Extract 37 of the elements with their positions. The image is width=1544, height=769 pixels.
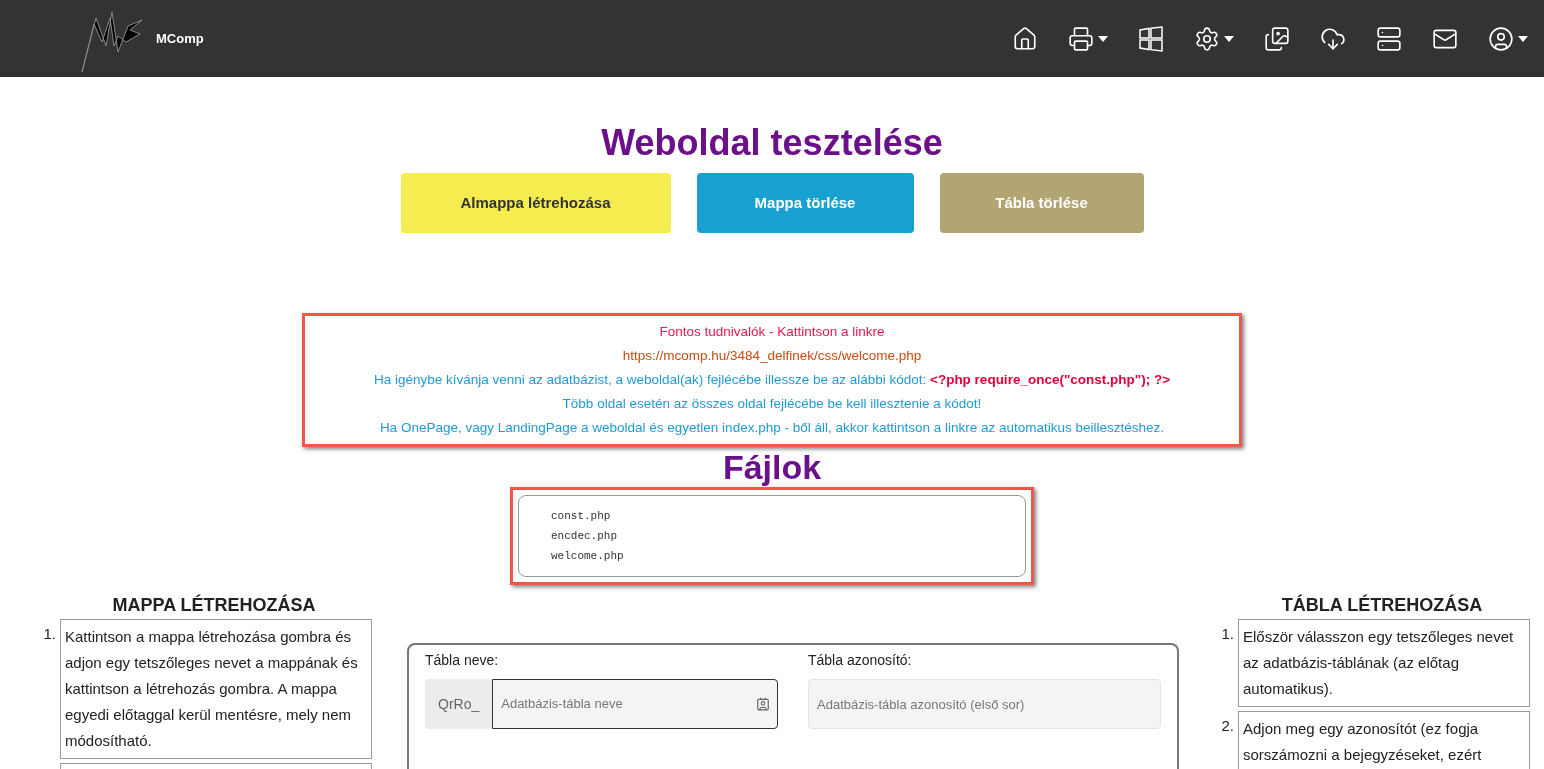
user-icon[interactable]: [1488, 25, 1514, 52]
step-number: 1.: [43, 625, 56, 642]
file-name[interactable]: encdec.php: [551, 526, 993, 546]
action-button[interactable]: Almappa létrehozása: [400, 173, 671, 233]
step-text: Először válasszon egy tetszőleges nevet az adatbázis-táblának (az előtag automatikus).: [1243, 628, 1514, 697]
file-name[interactable]: const.php: [551, 506, 993, 526]
home-icon[interactable]: [1012, 25, 1038, 52]
server-icon[interactable]: [1376, 25, 1402, 52]
prefix-label: QrRo_: [425, 679, 493, 729]
section-heading: TÁBLA LÉTREHOZÁSA: [1280, 593, 1484, 617]
files-title: Fájlok: [721, 447, 823, 487]
step-text: Kattintson a mappa létrehozása gombra és adjon egy tetszőleges nevet a mappának és kattintson a létrehozás gombra. A mappa egyedi előtaggal kerül mentésre, mely nem módosítható.: [65, 628, 358, 749]
notice-text: Több oldal esetén az összes oldal fejlécébe be kell illesztenie a kódot!: [562, 395, 982, 413]
step-text: Adjon meg egy azonosítót (ez fogja sorszámozni a bejegyzéseket, ezért: [1243, 720, 1482, 763]
notice-link[interactable]: https://mcomp.hu/3484_delfinek/css/welcome.php: [622, 344, 922, 368]
table-id-field[interactable]: Adatbázis-tábla azonosító (első sor): [808, 679, 1161, 729]
caret-icon[interactable]: [1098, 35, 1108, 42]
step-number: 2.: [1221, 717, 1234, 734]
caret-icon[interactable]: [1224, 35, 1234, 42]
brand-name[interactable]: MComp: [156, 28, 204, 49]
caret-icon[interactable]: [1518, 35, 1528, 42]
settings-icon[interactable]: [1194, 25, 1220, 52]
field-label: Tábla neve:: [425, 651, 500, 670]
notice-text: Fontos tudnivalók - Kattintson a linkre: [659, 323, 885, 341]
field-label: Tábla azonosító:: [808, 651, 913, 670]
notice-text: Ha OnePage, vagy LandingPage a weboldal és egyetlen index.php - ből áll, akkor kattintson a linkre az automatikus beillesztéshez.: [379, 419, 1165, 437]
file-name[interactable]: welcome.php: [551, 546, 993, 566]
images-icon[interactable]: [1264, 25, 1290, 52]
step-number: 1.: [1221, 625, 1234, 642]
page-title: Weboldal tesztelése: [600, 121, 944, 165]
section-heading: MAPPA LÉTREHOZÁSA: [111, 593, 317, 617]
notice-text: Ha igénybe kívánja venni az adatbázist, a weboldal(ak) fejlécébe illessze be az alábbi kódot: <?php require_once("const.php"); ?>: [373, 371, 1171, 389]
table-name-field[interactable]: Adatbázis-tábla neve: [492, 679, 778, 729]
cloud-download-icon[interactable]: [1320, 25, 1346, 52]
printer-icon[interactable]: [1068, 25, 1094, 52]
contact-card-icon[interactable]: [756, 697, 770, 711]
windows-icon[interactable]: [1138, 25, 1164, 52]
